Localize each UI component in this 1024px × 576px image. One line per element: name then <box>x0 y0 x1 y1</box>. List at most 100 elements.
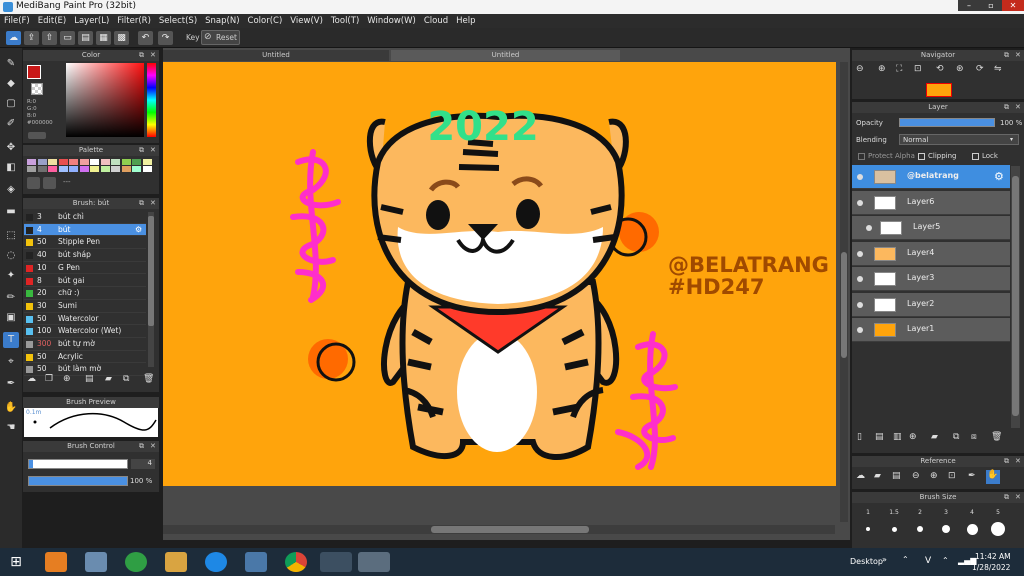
actual-size-icon[interactable]: ⊡ <box>914 64 922 74</box>
reset-rotation-icon[interactable]: ⊛ <box>956 64 964 74</box>
reference-document-icon[interactable]: ▤ <box>892 471 901 481</box>
file-explorer-icon[interactable] <box>165 552 187 572</box>
internet-explorer-icon[interactable] <box>205 552 227 572</box>
menu-cloud[interactable]: Cloud <box>420 14 452 28</box>
reference-zoom-in-icon[interactable]: ⊕ <box>930 471 938 481</box>
rectangle-tool-icon[interactable]: ▢ <box>3 96 19 112</box>
menu-tool[interactable]: Tool(T) <box>327 14 363 28</box>
desktop-label[interactable]: Desktop <box>850 557 883 566</box>
palette-swatch[interactable] <box>121 166 131 172</box>
rotate-left-icon[interactable]: ⟲ <box>936 64 944 74</box>
canvas-horizontal-scroll-thumb[interactable] <box>431 526 589 533</box>
brush-row[interactable]: 50 Watercolor <box>24 313 146 326</box>
clock-date[interactable]: 1/28/2022 <box>972 563 1010 572</box>
layer-opacity-slider[interactable] <box>899 118 995 127</box>
layer-visibility-icon[interactable] <box>857 301 863 308</box>
palette-swatch[interactable] <box>90 159 99 165</box>
brush-row[interactable]: 10 G Pen <box>24 262 146 275</box>
brush-duplicate-icon[interactable]: ⧉ <box>123 374 129 384</box>
palette-swatch[interactable] <box>111 159 120 165</box>
palette-swatch[interactable] <box>69 166 78 172</box>
maximize-button[interactable]: ▫ <box>980 0 1002 11</box>
brush-row[interactable]: 300 bút tự mờ <box>24 338 146 351</box>
lock-checkbox[interactable] <box>972 153 979 160</box>
palette-swatch[interactable] <box>132 159 141 165</box>
palette-swatch[interactable] <box>79 166 89 172</box>
brush-size-cell[interactable]: 4 <box>960 507 984 545</box>
palette-swatch[interactable] <box>100 159 110 165</box>
divide-tool-icon[interactable]: ▣ <box>3 310 19 326</box>
menu-layer[interactable]: Layer(L) <box>70 14 113 28</box>
palette-swatch[interactable] <box>142 159 152 165</box>
palette-swatch[interactable] <box>58 159 68 165</box>
zoom-out-icon[interactable]: ⊖ <box>856 64 864 74</box>
layer-folder-icon[interactable]: ▰ <box>931 432 938 442</box>
palette-swatch[interactable] <box>142 166 152 172</box>
saturation-value-picker[interactable] <box>66 63 144 137</box>
brush-row[interactable]: 4 bút ⚙ <box>24 223 146 237</box>
palette-swatch[interactable] <box>27 166 36 172</box>
new-layer-icon[interactable]: ▯ <box>857 432 862 442</box>
undo-icon[interactable]: ↶ <box>138 31 153 45</box>
brush-settings-icon[interactable]: ⚙ <box>135 225 142 234</box>
brush-list-scroll-thumb[interactable] <box>148 216 154 326</box>
brush-opacity-slider[interactable] <box>28 476 128 486</box>
green-app-icon[interactable] <box>125 552 147 572</box>
brush-cloud-icon[interactable]: ☁ <box>27 374 36 384</box>
artboard[interactable]: 2022 @BELATRANG #HD247 <box>163 62 836 486</box>
media-player-icon[interactable] <box>45 552 67 572</box>
palette-swatch[interactable] <box>58 166 68 172</box>
brush-row[interactable]: 30 Sumi <box>24 300 146 313</box>
reference-zoom-out-icon[interactable]: ⊖ <box>912 471 920 481</box>
select-tool-icon[interactable]: ⬚ <box>3 228 19 244</box>
brush-row[interactable]: 40 bút sháp <box>24 249 146 262</box>
layer-visibility-icon[interactable] <box>866 225 872 231</box>
pen-tool-icon[interactable]: ✐ <box>3 116 19 132</box>
brush-size-slider[interactable] <box>28 459 128 469</box>
clock-time[interactable]: 11:42 AM <box>975 552 1011 561</box>
reset-button[interactable]: ⊘ Reset <box>201 30 240 45</box>
brush-delete-icon[interactable]: 🗑 <box>143 374 154 384</box>
panel-float-icon[interactable]: ⧉ <box>1004 50 1009 61</box>
palette-delete-button[interactable] <box>43 177 56 189</box>
palette-swatch[interactable] <box>48 159 57 165</box>
layer-row[interactable]: Layer3 <box>852 267 1010 291</box>
navigator-thumbnail[interactable] <box>926 83 952 97</box>
menu-help[interactable]: Help <box>452 14 479 28</box>
panel-float-icon[interactable]: ⧉ <box>139 198 144 209</box>
brush-folder-icon[interactable]: ▰ <box>105 374 112 384</box>
brush-size-value[interactable]: 4 <box>131 459 155 469</box>
chevrons-icon[interactable]: » <box>882 555 887 564</box>
panel-close-icon[interactable]: ✕ <box>1015 50 1021 61</box>
upload-icon[interactable]: ⇪ <box>24 31 39 45</box>
select-pen-icon[interactable]: ✏ <box>3 290 19 306</box>
bucket-tool-icon[interactable]: ◈ <box>3 182 19 198</box>
palette-swatch[interactable] <box>48 166 57 172</box>
layer-list-scrollbar[interactable] <box>1011 166 1020 428</box>
canvas-horizontal-scrollbar[interactable] <box>163 525 835 534</box>
reference-hand-icon[interactable]: ✋ <box>986 470 1000 484</box>
brush-row[interactable]: 50 Acrylic <box>24 351 146 364</box>
palette-add-button[interactable] <box>27 177 40 189</box>
new-halftone-layer-icon[interactable]: ▤ <box>875 432 884 442</box>
blending-select[interactable]: Normal ▾ <box>899 134 1019 145</box>
tray-arrow-icon[interactable]: ⌃ <box>942 556 949 565</box>
layer-visibility-icon[interactable] <box>857 199 863 206</box>
delete-layer-icon[interactable]: 🗑 <box>991 432 1002 442</box>
grid-icon[interactable]: ▩ <box>114 31 129 45</box>
comment-icon[interactable]: ▭ <box>60 31 75 45</box>
palette-swatch[interactable] <box>27 159 36 165</box>
palette-swatch[interactable] <box>90 166 99 172</box>
palette-swatch[interactable] <box>111 166 120 172</box>
panel-float-icon[interactable]: ⧉ <box>139 50 144 61</box>
magic-wand-icon[interactable]: ✦ <box>3 268 19 284</box>
paint-icon[interactable] <box>85 552 107 572</box>
brush-size-cell[interactable]: 1.5 <box>882 507 906 545</box>
layer-row[interactable]: Layer6 <box>852 190 1010 215</box>
layer-visibility-icon[interactable] <box>857 250 863 257</box>
eyedropper-icon[interactable]: ✒ <box>3 376 19 392</box>
menu-select[interactable]: Select(S) <box>155 14 201 28</box>
rotate-right-icon[interactable]: ⟳ <box>976 64 984 74</box>
palette-swatch[interactable] <box>69 159 78 165</box>
brush-list-scrollbar[interactable] <box>148 212 154 367</box>
